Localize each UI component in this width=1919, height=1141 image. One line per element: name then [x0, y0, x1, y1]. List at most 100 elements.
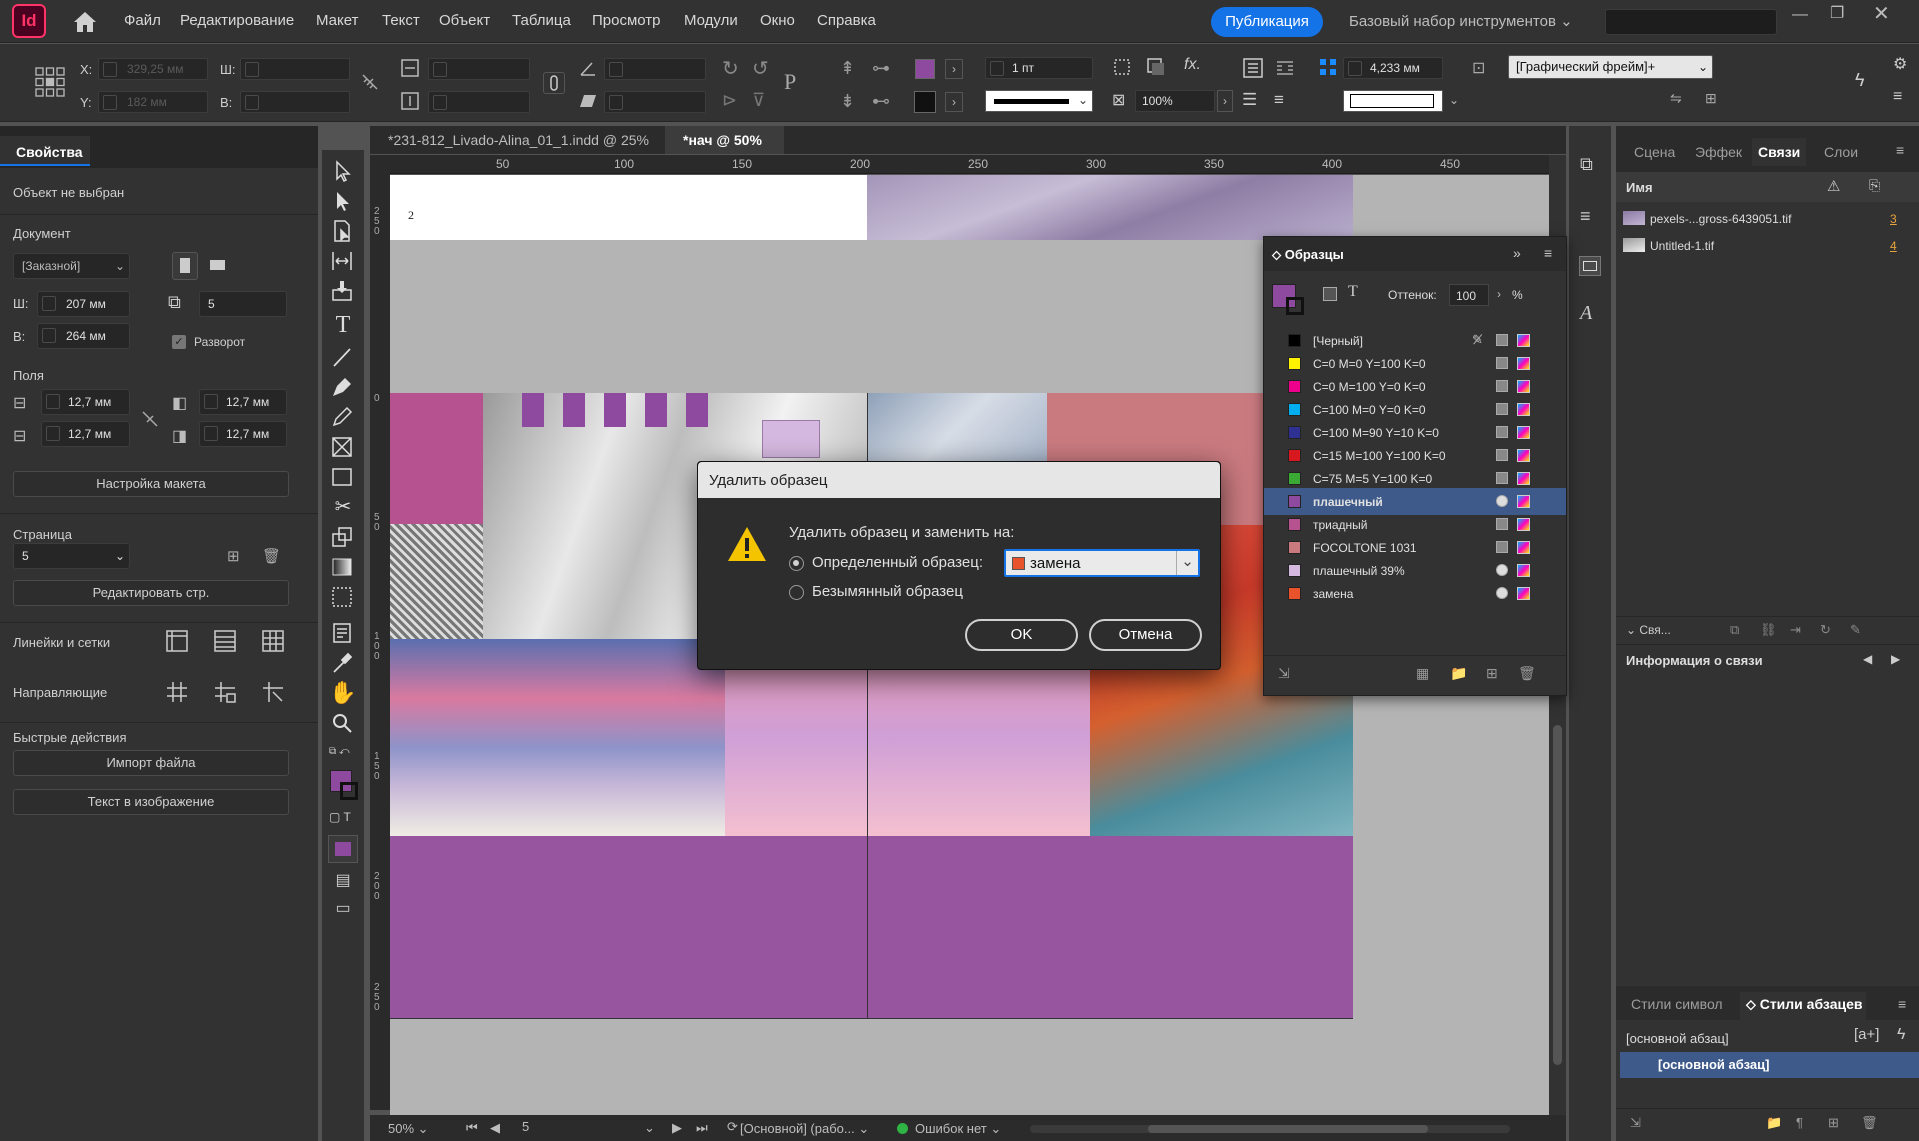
stroke-swatch-icon[interactable]: [1286, 297, 1304, 315]
lightning-icon[interactable]: ϟ: [1897, 1026, 1905, 1044]
default-colors-icon[interactable]: ⧉ ↶: [329, 746, 357, 762]
first-page-icon[interactable]: ⏮: [466, 1120, 478, 1136]
menu-window[interactable]: Окно: [760, 12, 795, 29]
menu-type[interactable]: Текст: [382, 12, 420, 29]
frame-fit-icon[interactable]: ⇋: [1670, 90, 1692, 112]
facing-pages-checkbox[interactable]: ✓: [172, 335, 186, 349]
page-sort-icon[interactable]: ⎘: [1869, 177, 1880, 194]
load-styles-icon[interactable]: ⇲: [1630, 1115, 1641, 1131]
chevron-down-icon[interactable]: ⌄: [644, 1120, 655, 1136]
close-icon[interactable]: ✕: [1873, 1, 1890, 26]
link-row[interactable]: pexels-...gross-6439051.tif 3: [1616, 206, 1919, 233]
formatting-affects-container-icon[interactable]: ▢ T: [329, 810, 357, 828]
new-style-icon[interactable]: [a+]: [1854, 1026, 1879, 1043]
layout-adjust-button[interactable]: Настройка макета: [13, 471, 289, 497]
view-mode-icon[interactable]: ▭: [329, 898, 357, 924]
menu-plugins[interactable]: Модули: [684, 12, 738, 29]
menu-object[interactable]: Объект: [439, 12, 490, 29]
link-page-number[interactable]: 4: [1890, 239, 1897, 253]
link-row[interactable]: Untitled-1.tif 4: [1616, 233, 1919, 260]
tab-scene[interactable]: Сцена: [1634, 144, 1675, 160]
menu-file[interactable]: Файл: [124, 12, 161, 29]
new-color-group-icon[interactable]: 📁: [1450, 665, 1467, 682]
direct-selection-tool-icon[interactable]: [329, 188, 357, 214]
stroke-menu-arrow-icon[interactable]: ›: [945, 92, 963, 112]
hand-tool-icon[interactable]: ✋: [329, 680, 357, 706]
text-to-image-button[interactable]: Текст в изображение: [13, 789, 289, 815]
auto-fit-icon[interactable]: [1318, 57, 1340, 79]
margin-top-field[interactable]: 12,7 мм: [41, 389, 130, 415]
link-icon[interactable]: ⛓: [1760, 622, 1777, 638]
previous-page-icon[interactable]: ◀: [490, 1120, 500, 1136]
tab-character-styles[interactable]: Стили символ: [1631, 996, 1723, 1012]
content-collector-tool-icon[interactable]: [329, 278, 357, 304]
baseline-grid-icon[interactable]: [212, 628, 238, 654]
content-fit-icon[interactable]: ⊞: [1705, 90, 1727, 112]
object-style-select[interactable]: [Графический фрейм]+ ⌄: [1508, 55, 1713, 79]
rotate-cw-icon[interactable]: ↻: [722, 56, 744, 80]
select-container-icon[interactable]: ⇞: [840, 58, 862, 80]
rulers-icon[interactable]: [164, 628, 190, 654]
menu-view[interactable]: Просмотр: [592, 12, 661, 29]
pages-count-field[interactable]: 5: [199, 291, 287, 317]
tab-paragraph-styles[interactable]: ⬦ Стили абзацев: [1740, 992, 1867, 1020]
shear-angle-icon[interactable]: [578, 91, 600, 113]
tab-effects[interactable]: Эффек: [1695, 144, 1742, 160]
minimize-icon[interactable]: —: [1792, 6, 1808, 24]
scale-y-icon[interactable]: [400, 91, 422, 113]
update-link-icon[interactable]: ↻: [1820, 622, 1831, 638]
links-collapse-toggle[interactable]: ⌄ Свя...: [1626, 623, 1671, 637]
scroll-thumb[interactable]: [1553, 725, 1562, 1065]
preview-chevron-icon[interactable]: ⌄: [1446, 90, 1462, 112]
y-field[interactable]: 182 мм: [98, 91, 208, 113]
gap-tool-icon[interactable]: [329, 248, 357, 274]
panel-menu-icon[interactable]: ≡: [1896, 142, 1904, 158]
free-transform-tool-icon[interactable]: [329, 524, 357, 550]
import-file-button[interactable]: Импорт файла: [13, 750, 289, 776]
select-next-icon[interactable]: ⊷: [872, 91, 894, 113]
swatch-views-icon[interactable]: ▦: [1416, 665, 1429, 682]
scale-x-field[interactable]: [428, 58, 530, 80]
gradient-feather-tool-icon[interactable]: [329, 584, 357, 610]
opacity-arrow-icon[interactable]: ›: [1217, 90, 1233, 112]
character-styles-panel-icon[interactable]: A: [1580, 302, 1592, 325]
pages-panel-icon[interactable]: ⧉: [1580, 154, 1593, 175]
rotate-angle-icon[interactable]: [578, 58, 600, 80]
swatch-row[interactable]: замена: [1264, 580, 1566, 607]
apply-color-icon[interactable]: [328, 835, 358, 863]
swatches-panel-icon[interactable]: [1579, 256, 1601, 276]
select-content-icon[interactable]: ⇟: [840, 91, 862, 113]
guides-lock-icon[interactable]: [212, 679, 238, 705]
document-preset-select[interactable]: [Заказной] ⌄: [13, 253, 130, 279]
drop-shadow-icon[interactable]: [1146, 57, 1168, 79]
edit-original-icon[interactable]: ✎: [1850, 622, 1861, 638]
trash-icon[interactable]: 🗑: [262, 547, 281, 565]
smart-guides-icon[interactable]: [260, 679, 286, 705]
next-link-icon[interactable]: ▶: [1891, 652, 1900, 666]
page-tool-icon[interactable]: [329, 218, 357, 244]
workspace-switcher[interactable]: Базовый набор инструментов ⌄: [1349, 12, 1573, 30]
page-field[interactable]: 5: [522, 1119, 642, 1137]
scissors-tool-icon[interactable]: ✂: [329, 494, 357, 520]
cancel-button[interactable]: Отмена: [1089, 619, 1202, 651]
selection-tool-icon[interactable]: [329, 158, 357, 184]
flip-vertical-icon[interactable]: ⊽: [752, 90, 774, 112]
delete-style-icon[interactable]: 🗑: [1861, 1115, 1878, 1131]
unnamed-swatch-radio[interactable]: [789, 585, 804, 600]
menu-table[interactable]: Таблица: [512, 12, 571, 29]
menu-help[interactable]: Справка: [817, 12, 876, 29]
tab-document-2[interactable]: *нач @ 50% ✕: [665, 126, 784, 176]
gap-field[interactable]: 4,233 мм: [1343, 57, 1443, 79]
doc-height-field[interactable]: 264 мм: [37, 323, 130, 349]
scale-x-icon[interactable]: [400, 58, 422, 80]
stroke-panel-icon[interactable]: ≡: [1580, 206, 1591, 227]
container-format-icon[interactable]: [1323, 287, 1337, 301]
text-wrap-shape-icon[interactable]: ☰: [1242, 90, 1264, 112]
last-page-icon[interactable]: ⏭: [696, 1120, 708, 1136]
eyedropper-tool-icon[interactable]: [329, 650, 357, 676]
reference-point-icon[interactable]: [34, 66, 66, 98]
line-tool-icon[interactable]: [329, 344, 357, 370]
new-style-button-icon[interactable]: ⊞: [1828, 1115, 1839, 1131]
x-field[interactable]: 329,25 мм: [98, 58, 208, 80]
stroke-swatch[interactable]: [914, 91, 936, 113]
